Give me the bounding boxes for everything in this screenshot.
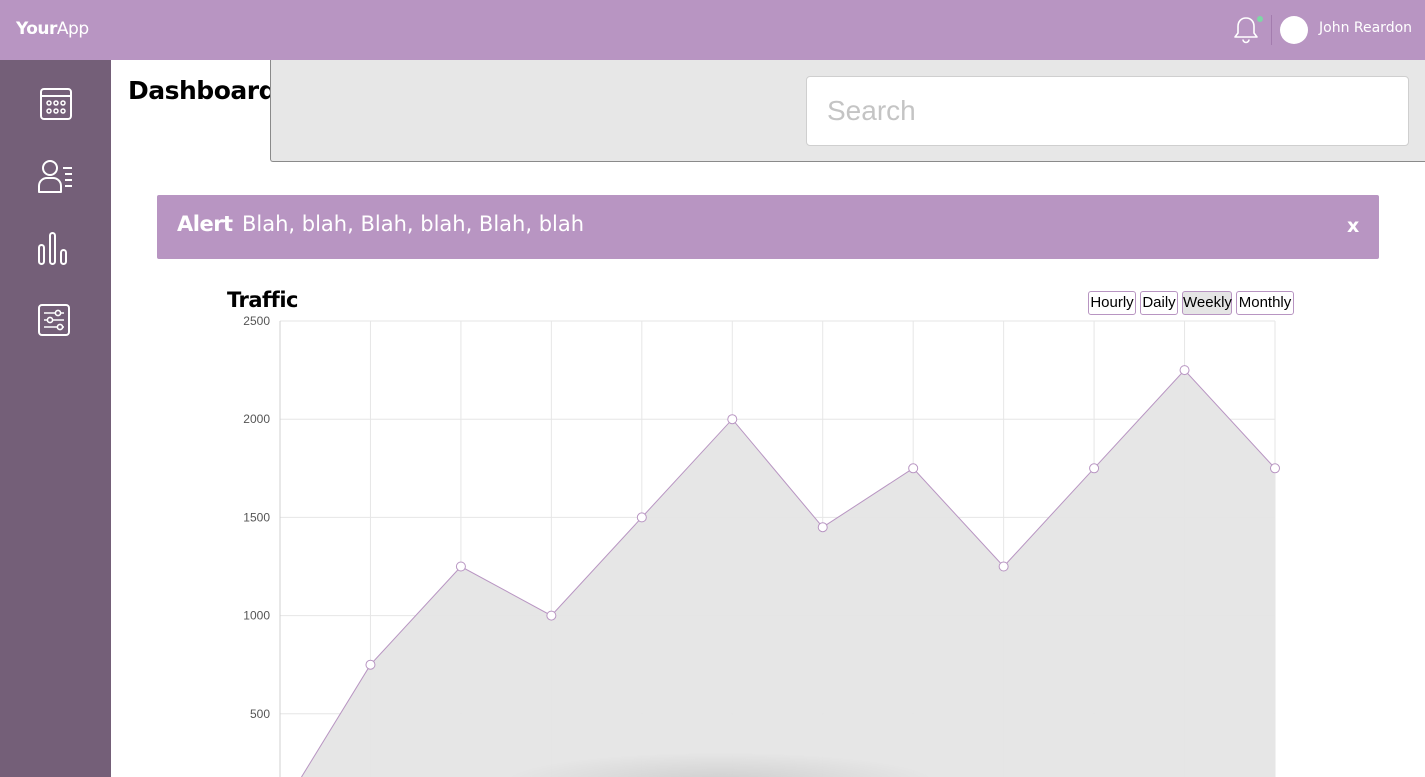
sidebar-item-calendar[interactable] xyxy=(34,82,78,126)
sidebar-item-analytics[interactable] xyxy=(34,226,78,270)
alert-message: Blah, blah, Blah, blah, Blah, blah xyxy=(242,212,585,236)
users-icon xyxy=(38,160,72,193)
header-divider xyxy=(1271,15,1272,45)
data-point xyxy=(636,512,647,523)
sidebar xyxy=(0,60,111,777)
sidebar-item-users[interactable] xyxy=(34,154,78,198)
page-title: Dashboard xyxy=(128,76,276,105)
filter-monthly-button[interactable]: Monthly xyxy=(1236,291,1294,315)
y-tick-label: 1500 xyxy=(243,510,270,524)
notification-dot xyxy=(1257,16,1263,22)
logo-rest: App xyxy=(56,19,89,39)
settings-sliders-icon xyxy=(38,304,70,336)
avatar[interactable] xyxy=(1280,16,1308,44)
data-point xyxy=(365,659,376,670)
y-tick-label: 2500 xyxy=(243,314,270,328)
search-input[interactable] xyxy=(806,76,1409,146)
y-tick-label: 2000 xyxy=(243,412,270,426)
data-point xyxy=(998,561,1009,572)
traffic-title: Traffic xyxy=(227,288,298,312)
filter-weekly-button[interactable]: Weekly xyxy=(1182,291,1232,315)
top-bar: YourApp John Reardon xyxy=(0,0,1425,60)
user-name[interactable]: John Reardon xyxy=(1319,20,1412,36)
data-point xyxy=(546,610,557,621)
alert-label: Alert xyxy=(177,212,233,236)
logo-bold: Your xyxy=(16,19,57,39)
traffic-series-line xyxy=(300,369,1276,777)
app-logo[interactable]: YourApp xyxy=(16,19,89,39)
sidebar-item-settings[interactable] xyxy=(34,298,78,342)
data-point xyxy=(727,414,738,425)
y-tick-label: 500 xyxy=(250,707,270,721)
data-point xyxy=(455,561,466,572)
traffic-area xyxy=(301,370,1275,777)
data-point xyxy=(1089,463,1100,474)
data-point xyxy=(1179,365,1190,376)
bottom-shadow xyxy=(500,752,940,777)
calendar-icon xyxy=(40,88,72,120)
filter-hourly-button[interactable]: Hourly xyxy=(1088,291,1136,315)
filter-daily-button[interactable]: Daily xyxy=(1140,291,1178,315)
bar-chart-icon xyxy=(38,232,67,265)
alert-banner: Alert Blah, blah, Blah, blah, Blah, blah… xyxy=(157,195,1379,259)
notifications-button[interactable] xyxy=(1230,14,1263,46)
data-point xyxy=(1270,463,1280,474)
data-point xyxy=(817,522,828,533)
y-tick-label: 1000 xyxy=(243,609,270,623)
alert-close-button[interactable]: x xyxy=(1347,215,1359,237)
data-point xyxy=(908,463,919,474)
